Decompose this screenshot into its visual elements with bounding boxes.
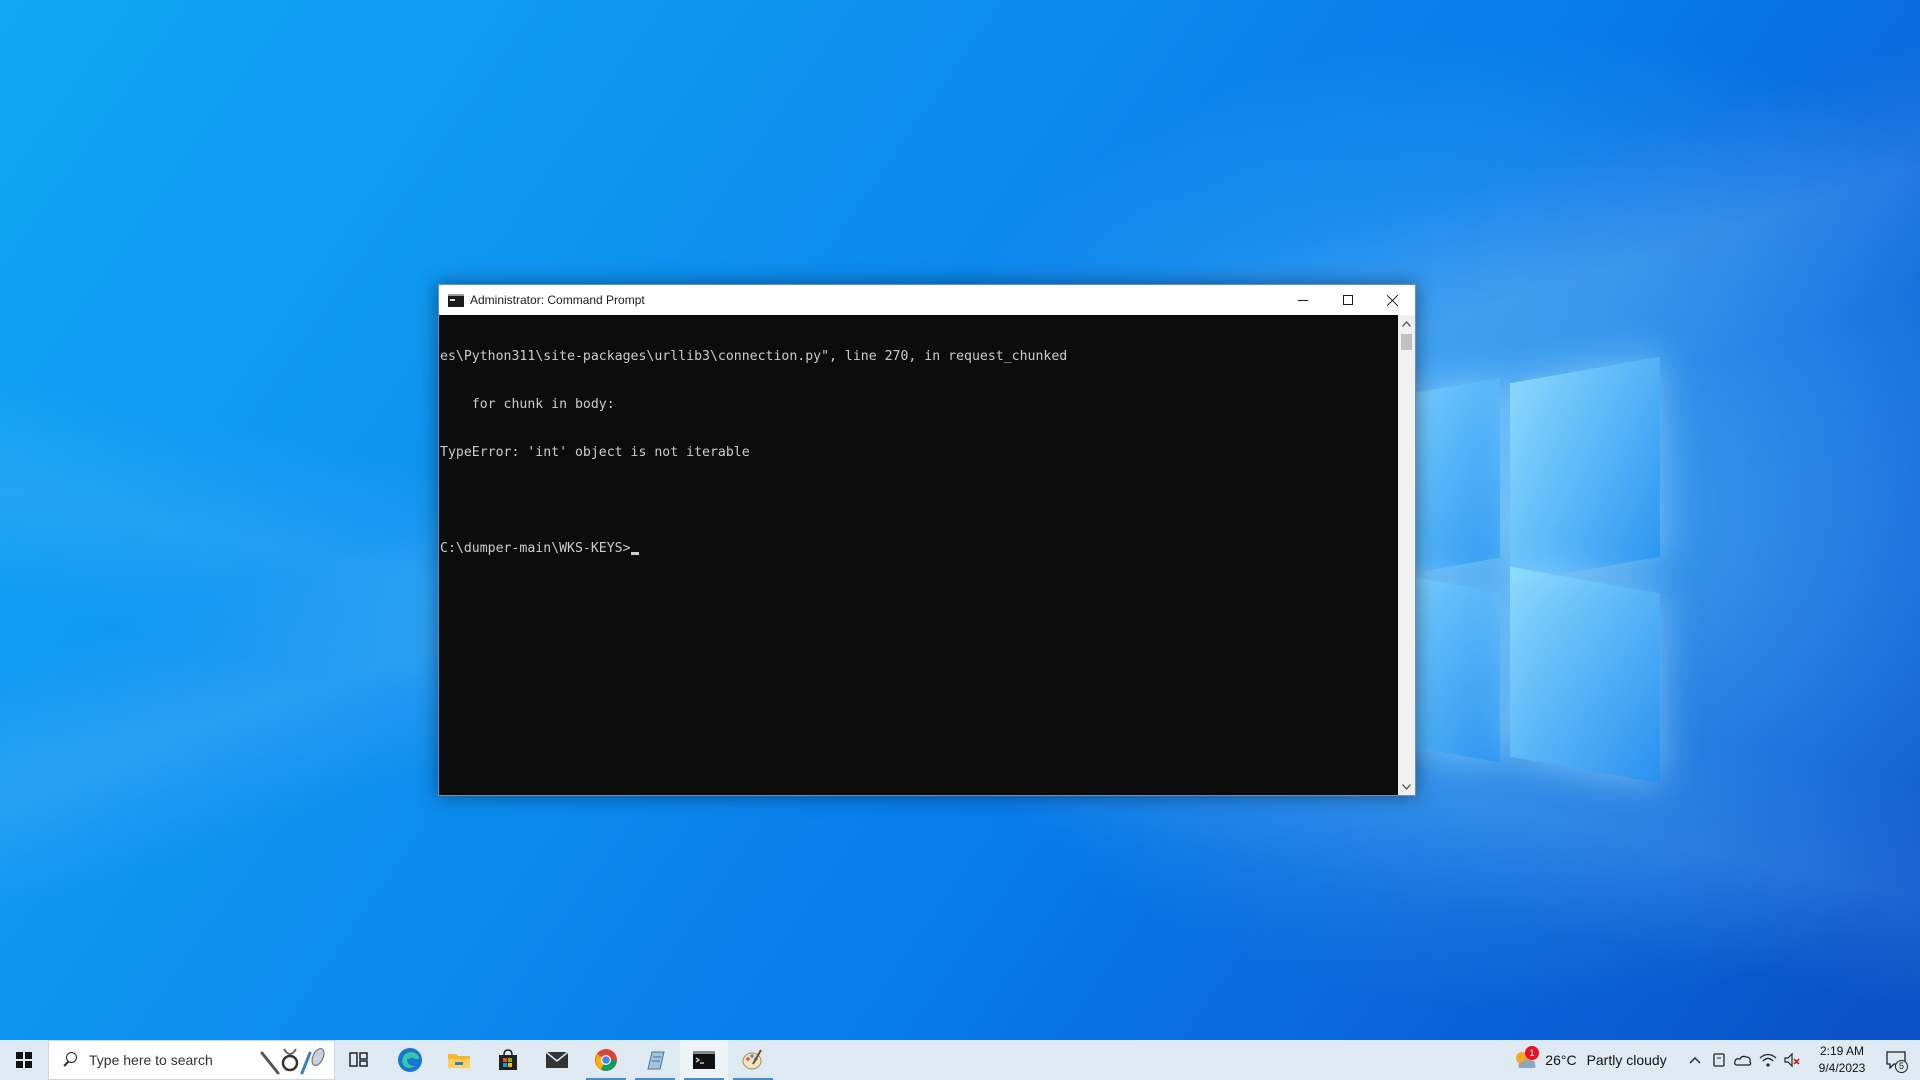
volume-muted-icon — [1784, 1052, 1800, 1068]
taskbar-chrome[interactable] — [582, 1040, 630, 1080]
weather-alert-badge: 1 — [1525, 1046, 1539, 1060]
notepad-icon — [647, 1051, 665, 1070]
taskbar-clock[interactable]: 2:19 AM 9/4/2023 — [1808, 1040, 1876, 1080]
chevron-up-icon — [1402, 320, 1411, 327]
mail-icon — [545, 1051, 569, 1068]
minimize-button[interactable] — [1280, 285, 1325, 315]
chevron-down-icon — [1402, 783, 1411, 790]
notifications-count-badge: 5 — [1895, 1060, 1908, 1073]
weather-temp: 26°C — [1545, 1052, 1577, 1068]
windows-start-icon — [16, 1052, 32, 1068]
console-line: TypeError: 'int' object is not iterable — [440, 445, 750, 460]
taskbar: Type here to search 1 26°C Partly cloudy… — [0, 1040, 1920, 1080]
tray-volume[interactable] — [1780, 1040, 1804, 1080]
paint-icon — [742, 1049, 762, 1070]
taskbar-paint[interactable] — [729, 1040, 777, 1080]
search-placeholder: Type here to search — [89, 1052, 213, 1068]
scroll-up-button[interactable] — [1398, 315, 1415, 332]
maximize-button[interactable] — [1325, 285, 1370, 315]
scrollbar-thumb[interactable] — [1401, 334, 1412, 350]
cmd-icon — [693, 1051, 715, 1069]
scroll-down-button[interactable] — [1398, 778, 1415, 795]
taskbar-store[interactable] — [484, 1040, 532, 1080]
vertical-scrollbar[interactable] — [1398, 315, 1415, 795]
taskbar-command-prompt[interactable] — [680, 1040, 728, 1080]
onedrive-cloud-icon — [1734, 1055, 1752, 1066]
search-icon — [61, 1051, 79, 1069]
taskbar-search-box[interactable]: Type here to search — [48, 1040, 335, 1080]
text-cursor — [630, 552, 639, 555]
clock-date: 9/4/2023 — [1818, 1061, 1866, 1075]
weather-widget[interactable]: 1 26°C Partly cloudy — [1510, 1040, 1670, 1080]
minimize-icon — [1297, 299, 1308, 301]
taskbar-file-explorer[interactable] — [435, 1040, 483, 1080]
taskbar-notepad[interactable] — [631, 1040, 679, 1080]
window-titlebar[interactable]: Administrator: Command Prompt — [439, 285, 1415, 315]
taskbar-mail[interactable] — [533, 1040, 581, 1080]
device-icon — [1713, 1053, 1725, 1067]
window-title: Administrator: Command Prompt — [470, 293, 645, 307]
console-prompt: C:\dumper-main\WKS-KEYS> — [440, 541, 631, 556]
store-icon — [499, 1049, 517, 1070]
console-line: es\Python311\site-packages\urllib3\conne… — [440, 349, 1068, 364]
console-line: for chunk in body: — [440, 397, 615, 412]
maximize-icon — [1342, 295, 1353, 305]
wifi-icon — [1759, 1053, 1777, 1067]
console-output[interactable]: es\Python311\site-packages\urllib3\conne… — [439, 315, 1397, 795]
command-prompt-window[interactable]: Administrator: Command Prompt es\Python3… — [438, 284, 1416, 796]
tray-onedrive[interactable] — [1731, 1040, 1755, 1080]
close-icon — [1387, 294, 1399, 306]
task-view-button[interactable] — [335, 1040, 383, 1080]
clock-display: 2:19 AM 9/4/2023 — [1819, 1043, 1866, 1077]
chevron-up-icon — [1689, 1057, 1701, 1064]
cmd-icon — [448, 293, 464, 307]
clock-time: 2:19 AM — [1819, 1044, 1865, 1058]
task-view-icon — [349, 1052, 368, 1067]
taskbar-edge[interactable] — [386, 1040, 434, 1080]
weather-condition: Partly cloudy — [1586, 1052, 1667, 1068]
action-center-button[interactable]: 5 — [1876, 1040, 1916, 1080]
show-hidden-icons-button[interactable] — [1683, 1040, 1707, 1080]
chrome-icon — [595, 1049, 617, 1071]
start-button[interactable] — [0, 1040, 48, 1080]
close-button[interactable] — [1370, 285, 1415, 315]
tray-device[interactable] — [1708, 1040, 1730, 1080]
search-highlight-art-icon — [260, 1047, 325, 1075]
edge-icon — [398, 1048, 422, 1072]
tray-network[interactable] — [1756, 1040, 1780, 1080]
file-explorer-icon — [448, 1054, 470, 1068]
console-prompt-line[interactable]: C:\dumper-main\WKS-KEYS> — [440, 541, 1396, 557]
